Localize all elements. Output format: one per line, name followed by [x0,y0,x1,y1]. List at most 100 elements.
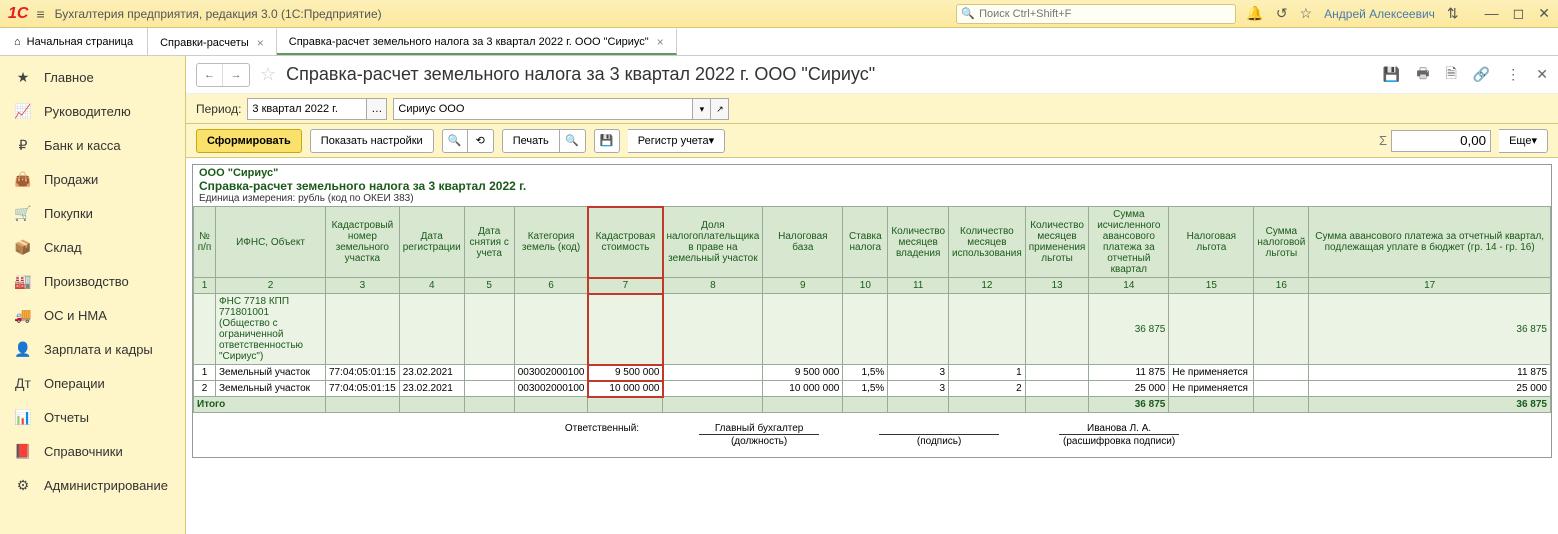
sidebar-item-production[interactable]: 🏭Производство [0,264,185,298]
sidebar-item-reports[interactable]: 📊Отчеты [0,400,185,434]
col-muse: Количество месяцев использования [949,207,1026,278]
signature-footer: Ответственный: Главный бухгалтер (должно… [193,413,1551,457]
search-box[interactable]: 🔍 [956,4,1236,24]
menu-icon[interactable]: ≡ [36,6,44,22]
home-icon: ⌂ [14,36,21,48]
sidebar-item-refs[interactable]: 📕Справочники [0,434,185,468]
period-input[interactable] [247,98,367,120]
sidebar-item-bank[interactable]: ₽Банк и касса [0,128,185,162]
sidebar-item-main[interactable]: ★Главное [0,60,185,94]
preview-icon[interactable]: 🗎 [1446,63,1457,87]
tab-close-icon[interactable]: × [657,35,664,49]
cart-icon: 🛒 [14,205,32,222]
sidebar-item-sales[interactable]: 👜Продажи [0,162,185,196]
table-row[interactable]: 1 Земельный участок 77:04:05:01:15 23.02… [194,365,1551,381]
tab-home-label: Начальная страница [27,36,133,48]
period-label: Период: [196,102,241,116]
col-cad: Кадастровый номер земельного участка [326,207,400,278]
sidebar-item-operations[interactable]: ДтОперации [0,366,185,400]
report-table: № п/п ИФНС, Объект Кадастровый номер зем… [193,206,1551,413]
total-row: Итого 36 875 36 875 [194,397,1551,413]
forward-button[interactable]: → [223,64,249,86]
book-icon: 📕 [14,443,32,460]
link-icon[interactable]: 🔗 [1473,66,1490,83]
page-title: Справка-расчет земельного налога за 3 кв… [286,64,1367,85]
save-icon[interactable]: 💾 [1383,66,1400,83]
col-share: Доля налогоплательщика в праве на земель… [663,207,763,278]
sidebar-item-purchases[interactable]: 🛒Покупки [0,196,185,230]
tab-current-report[interactable]: Справка-расчет земельного налога за 3 кв… [277,28,677,55]
user-name[interactable]: Андрей Алексеевич [1324,7,1435,21]
close-panel-icon[interactable]: ✕ [1536,66,1548,83]
period-picker-button[interactable]: … [367,98,387,120]
filter-icon[interactable]: ⇅ [1447,5,1459,22]
sidebar-item-hr[interactable]: 👤Зарплата и кадры [0,332,185,366]
tab-reports[interactable]: Справки-расчеты × [148,28,277,55]
report-area[interactable]: ООО "Сириус" Справка-расчет земельного н… [186,158,1558,534]
column-numbers: 1234567891011121314151617 [194,278,1551,294]
find-button[interactable]: 🔍 [442,129,468,153]
sidebar: ★Главное 📈Руководителю ₽Банк и касса 👜Пр… [0,56,186,534]
org-input[interactable] [393,98,693,120]
col-slg: Сумма налоговой льготы [1254,207,1309,278]
factory-icon: 🏭 [14,273,32,290]
titlebar: 1C ≡ Бухгалтерия предприятия, редакция 3… [0,0,1558,28]
group-row[interactable]: ФНС 7718 КПП 771801001 (Общество с огран… [194,294,1551,365]
col-lg: Налоговая льгота [1169,207,1254,278]
search-icon: 🔍 [961,7,975,20]
bars-icon: 📊 [14,409,32,426]
ruble-icon: ₽ [14,137,32,154]
history-icon[interactable]: ↺ [1276,5,1288,22]
tab-close-icon[interactable]: × [257,36,264,50]
register-button[interactable]: Регистр учета ▾ [628,129,725,153]
action-row: Сформировать Показать настройки 🔍 ⟲ Печа… [186,124,1558,158]
tab-label: Справки-расчеты [160,37,249,49]
bag-icon: 👜 [14,171,32,188]
tab-label: Справка-расчет земельного налога за 3 кв… [289,36,649,48]
print-icon[interactable]: 🖶 [1416,63,1429,87]
box-icon: 📦 [14,239,32,256]
star-icon: ★ [14,69,32,86]
refresh-button[interactable]: ⟲ [468,129,494,153]
more-icon[interactable]: ⋮ [1506,66,1520,83]
org-dropdown-icon[interactable]: ▾ [693,98,711,120]
show-settings-button[interactable]: Показать настройки [310,129,434,153]
sidebar-item-assets[interactable]: 🚚ОС и НМА [0,298,185,332]
tab-home[interactable]: ⌂ Начальная страница [0,28,148,55]
print-button[interactable]: Печать [502,129,560,153]
col-rate: Ставка налога [843,207,888,278]
table-row[interactable]: 2 Земельный участок 77:04:05:01:15 23.02… [194,381,1551,397]
report-org: ООО "Сириус" [199,167,1545,179]
minimize-icon[interactable]: — [1485,5,1499,22]
sum-field[interactable] [1391,130,1491,152]
search-input[interactable] [979,8,1231,20]
col-s17: Сумма авансового платежа за отчетный ква… [1309,207,1551,278]
export-button[interactable]: 💾 [594,129,620,153]
app-title: Бухгалтерия предприятия, редакция 3.0 (1… [55,7,957,21]
sigma-icon: Σ [1379,133,1387,148]
close-icon[interactable]: ✕ [1538,5,1550,22]
col-reg: Дата регистрации [399,207,464,278]
report-title: Справка-расчет земельного налога за 3 кв… [199,179,1545,193]
sidebar-item-warehouse[interactable]: 📦Склад [0,230,185,264]
logo-1c: 1C [8,5,28,23]
star-icon[interactable]: ☆ [1300,5,1313,22]
col-off: Дата снятия с учета [464,207,514,278]
back-button[interactable]: ← [197,64,223,86]
maximize-icon[interactable]: ◻ [1513,5,1525,22]
tabs-row: ⌂ Начальная страница Справки-расчеты × С… [0,28,1558,56]
form-button[interactable]: Сформировать [196,129,302,153]
chart-icon: 📈 [14,103,32,120]
col-cost: Кадастровая стоимость [588,207,663,278]
sidebar-item-manager[interactable]: 📈Руководителю [0,94,185,128]
col-obj: ИФНС, Объект [216,207,326,278]
org-open-icon[interactable]: ↗ [711,98,729,120]
bell-icon[interactable]: 🔔 [1246,5,1263,22]
col-mown: Количество месяцев владения [888,207,949,278]
more-button[interactable]: Еще ▾ [1499,129,1548,153]
col-s14: Сумма исчисленного авансового платежа за… [1089,207,1169,278]
favorite-icon[interactable]: ☆ [260,64,276,85]
print-preview-button[interactable]: 🔍 [560,129,586,153]
ops-icon: Дт [14,375,32,391]
sidebar-item-admin[interactable]: ⚙Администрирование [0,468,185,502]
